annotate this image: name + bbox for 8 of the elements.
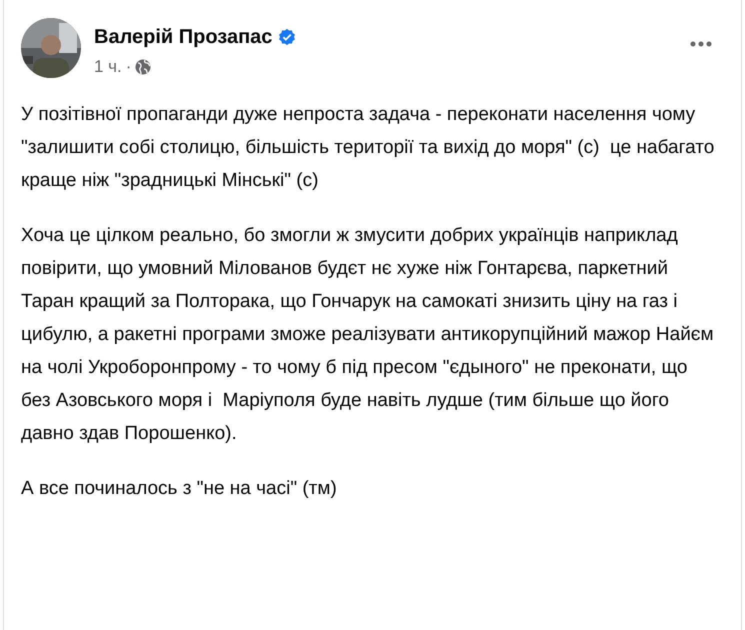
separator-dot: · bbox=[126, 56, 132, 78]
post-time[interactable]: 1 ч. bbox=[94, 54, 122, 80]
author-name[interactable]: Валерій Прозапас bbox=[94, 24, 272, 50]
more-icon bbox=[690, 41, 712, 47]
post-paragraph: Хоча це цілком реально, бо змогли ж змусити добрих українців наприклад повірити, що умовний Мілованов будєт нє хуже ніж Гонтарєва, паркетний Таран кращий за Полторака, що Гончарук на самокаті знизить ціну на газ і цибулю, а ракетні програми зможе реалізувати антикорупційний мажор Найєм на чолі Укроборонпрому - то чому б під пресом "єдыного" не преконати, що без Азовського моря і Маріуполя буде навіть лудше (тим більше що його давно здав Порошенко). bbox=[21, 224, 715, 446]
globe-icon bbox=[135, 58, 152, 75]
post-paragraph: А все починалось з "не на часі" (тм) bbox=[21, 476, 338, 500]
post-paragraph: У позітівної пропаганди дуже непроста задача - переконати населення чому "залишити собі столицю, більшість території та вихід до моря" (с) це набагато краще ніж "зрадницькі Мінські" (с) bbox=[21, 102, 716, 192]
